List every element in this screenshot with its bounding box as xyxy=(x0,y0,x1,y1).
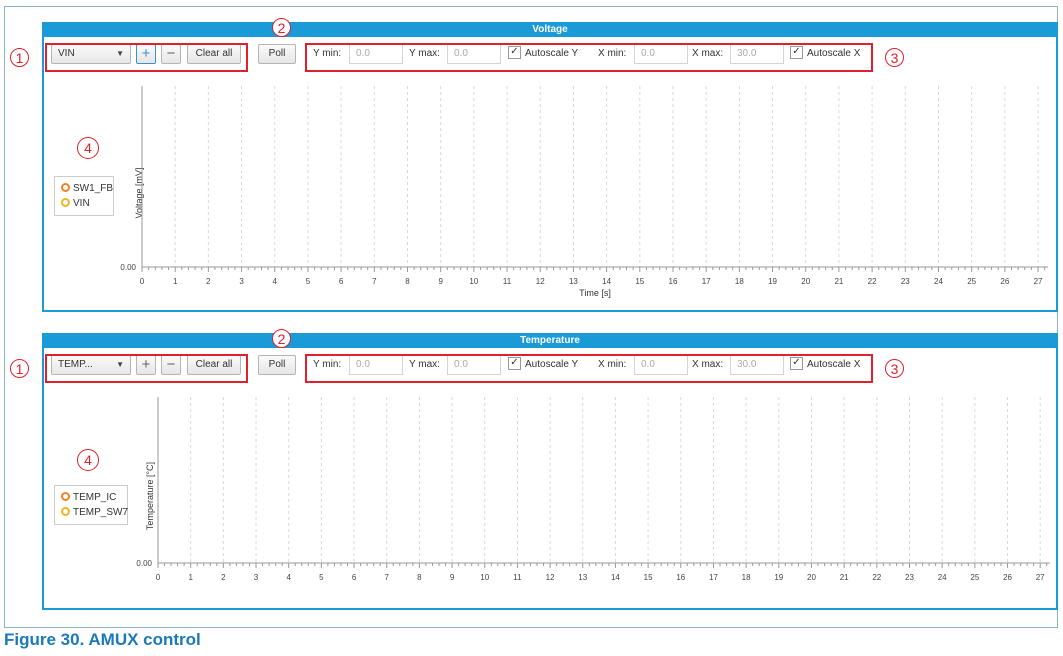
x-tick-label: 13 xyxy=(569,277,578,286)
legend-item[interactable]: TEMP_SW7 xyxy=(61,505,128,520)
callout-number-3: 3 xyxy=(885,48,904,67)
series-marker-icon xyxy=(61,197,70,207)
panel-title: Temperature xyxy=(42,333,1058,348)
x-tick-label: 15 xyxy=(635,277,644,286)
x-tick-label: 11 xyxy=(503,277,512,286)
callout-number-4: 4 xyxy=(77,449,99,471)
x-tick-label: 26 xyxy=(1003,573,1012,582)
x-tick-label: 5 xyxy=(306,277,311,286)
x-tick-label: 7 xyxy=(372,277,377,286)
y-tick-label: 0.00 xyxy=(136,559,152,568)
temperature-plot: 0 1 2 3 4 5 6 7 8 9 10 11 12 13 14 15 16 17 18 19 20 21 22 23 24… xyxy=(136,397,1050,582)
x-tick-label: 2 xyxy=(221,573,226,582)
x-tick-label: 9 xyxy=(438,277,443,286)
x-tick-label: 14 xyxy=(602,277,611,286)
x-tick-label: 24 xyxy=(934,277,943,286)
x-tick-label: 20 xyxy=(801,277,810,286)
x-tick-label: 24 xyxy=(938,573,947,582)
x-tick-label: 7 xyxy=(384,573,389,582)
x-tick-label: 3 xyxy=(239,277,244,286)
x-tick-label: 1 xyxy=(173,277,178,286)
x-tick-label: 18 xyxy=(742,573,751,582)
panel-title: Voltage xyxy=(42,22,1058,37)
x-axis-label: Time [s] xyxy=(579,288,611,298)
x-tick-label: 27 xyxy=(1034,277,1043,286)
x-tick-label: 20 xyxy=(807,573,816,582)
x-tick-label: 19 xyxy=(768,277,777,286)
x-tick-label: 12 xyxy=(536,277,545,286)
callout-number-2: 2 xyxy=(272,18,291,37)
x-tick-label: 0 xyxy=(140,277,145,286)
x-tick-label: 22 xyxy=(872,573,881,582)
legend-label: TEMP_IC xyxy=(73,492,117,503)
chart-legend: SW1_FB VIN xyxy=(54,176,114,216)
callout-box-selection xyxy=(45,43,248,72)
x-tick-label: 17 xyxy=(702,277,711,286)
x-tick-label: 23 xyxy=(905,573,914,582)
voltage-plot: 0 1 2 3 4 5 6 7 8 9 10 11 12 13 14 15 16 17 18 19 20 21 22 23 24… xyxy=(120,86,1048,298)
x-tick-label: 4 xyxy=(273,277,278,286)
y-tick-label: 0.00 xyxy=(120,263,136,272)
figure-caption: Figure 30. AMUX control xyxy=(4,630,201,649)
legend-item[interactable]: SW1_FB xyxy=(61,181,113,196)
x-tick-label: 21 xyxy=(840,573,849,582)
legend-label: VIN xyxy=(73,198,90,209)
x-tick-label: 11 xyxy=(513,573,522,582)
callout-number-3: 3 xyxy=(885,359,904,378)
x-tick-label: 6 xyxy=(352,573,357,582)
callout-number-2: 2 xyxy=(272,329,291,348)
x-tick-label: 22 xyxy=(868,277,877,286)
x-tick-label: 0 xyxy=(156,573,161,582)
callout-number-4: 4 xyxy=(77,137,99,159)
x-tick-label: 15 xyxy=(644,573,653,582)
x-tick-label: 19 xyxy=(774,573,783,582)
legend-label: TEMP_SW7 xyxy=(73,507,129,518)
x-tick-label: 8 xyxy=(417,573,422,582)
x-tick-label: 12 xyxy=(546,573,555,582)
callout-box-selection xyxy=(45,354,248,383)
callout-box-axis-settings xyxy=(305,354,873,383)
x-tick-label: 1 xyxy=(188,573,193,582)
callout-number-1: 1 xyxy=(10,48,29,67)
x-tick-label: 23 xyxy=(901,277,910,286)
series-marker-icon xyxy=(61,506,70,516)
x-tick-label: 17 xyxy=(709,573,718,582)
legend-item[interactable]: TEMP_IC xyxy=(61,490,121,505)
poll-button[interactable]: Poll xyxy=(258,355,296,375)
x-tick-label: 10 xyxy=(469,277,478,286)
x-tick-label: 21 xyxy=(834,277,843,286)
poll-button[interactable]: Poll xyxy=(258,44,296,64)
callout-box-axis-settings xyxy=(305,43,873,72)
x-tick-label: 26 xyxy=(1000,277,1009,286)
x-tick-label: 10 xyxy=(480,573,489,582)
x-tick-label: 4 xyxy=(286,573,291,582)
x-tick-label: 5 xyxy=(319,573,324,582)
x-tick-label: 27 xyxy=(1036,573,1045,582)
x-tick-label: 3 xyxy=(254,573,259,582)
x-tick-label: 8 xyxy=(405,277,410,286)
callout-number-1: 1 xyxy=(10,359,29,378)
x-tick-label: 14 xyxy=(611,573,620,582)
x-tick-label: 6 xyxy=(339,277,344,286)
x-tick-label: 2 xyxy=(206,277,211,286)
x-tick-label: 13 xyxy=(578,573,587,582)
x-tick-label: 25 xyxy=(967,277,976,286)
x-tick-label: 16 xyxy=(676,573,685,582)
x-tick-label: 16 xyxy=(669,277,678,286)
legend-item[interactable]: VIN xyxy=(61,196,107,211)
x-tick-label: 18 xyxy=(735,277,744,286)
series-marker-icon xyxy=(61,491,70,501)
x-tick-label: 9 xyxy=(450,573,455,582)
chart-legend: TEMP_IC TEMP_SW7 xyxy=(54,485,128,525)
series-marker-icon xyxy=(61,182,70,192)
legend-label: SW1_FB xyxy=(73,183,114,194)
x-tick-label: 25 xyxy=(970,573,979,582)
